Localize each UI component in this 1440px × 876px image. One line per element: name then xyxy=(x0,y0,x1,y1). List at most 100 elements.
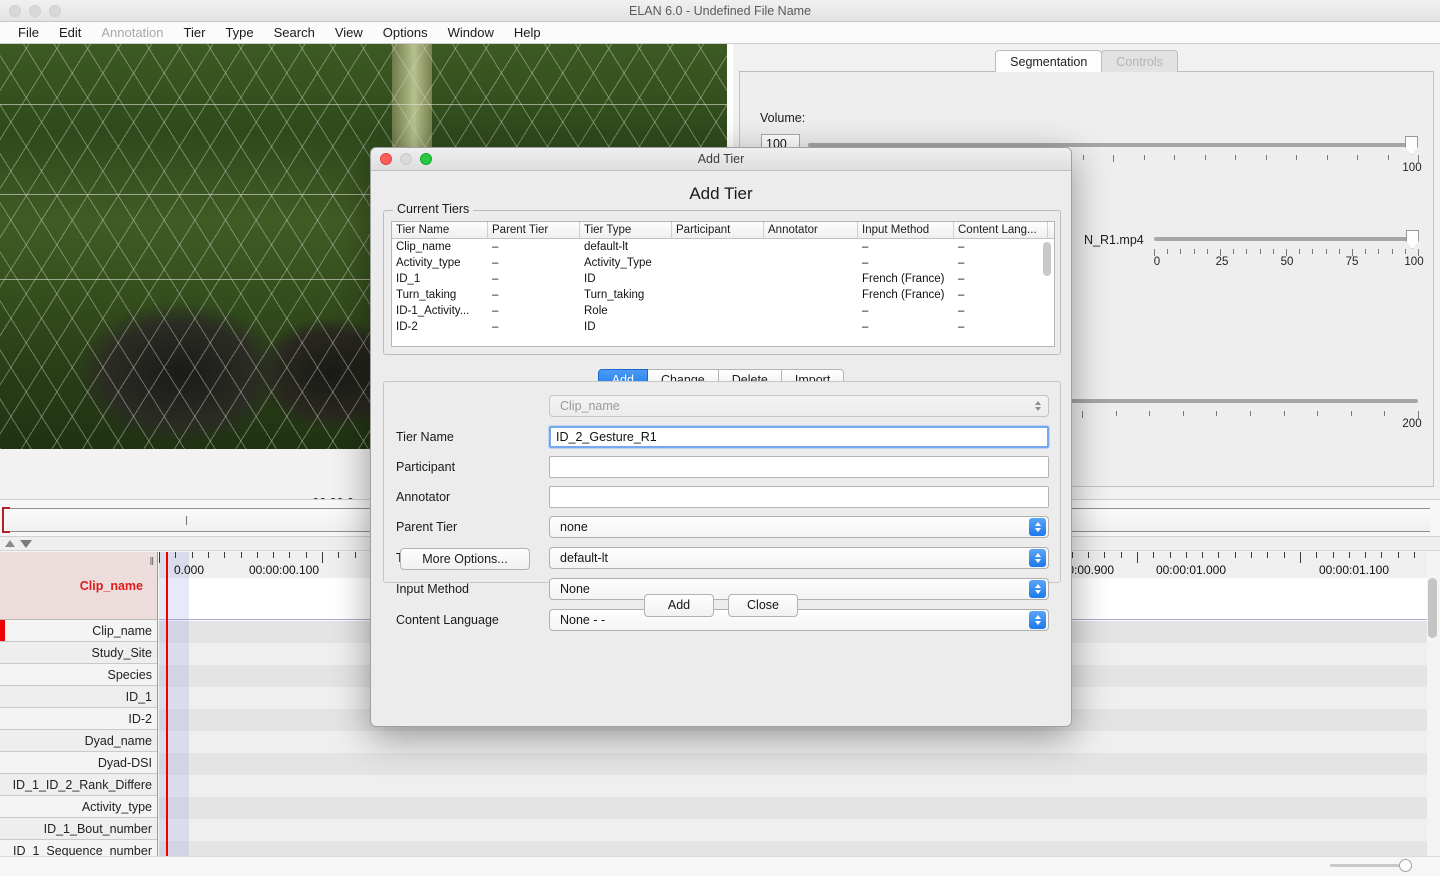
menu-window[interactable]: Window xyxy=(438,22,504,44)
col-tier-name[interactable]: Tier Name xyxy=(392,222,488,238)
menu-file[interactable]: File xyxy=(8,22,49,44)
tier-lane[interactable] xyxy=(159,731,1427,753)
panel-tabstrip: Segmentation Controls xyxy=(733,50,1440,72)
cell-participant xyxy=(672,255,764,271)
scrollbar-thumb[interactable] xyxy=(1043,242,1051,276)
cell-participant xyxy=(672,303,764,319)
tier-row-id-1[interactable]: ID_1 xyxy=(0,686,157,708)
tier-lane[interactable] xyxy=(159,819,1427,841)
participant-input[interactable] xyxy=(549,456,1049,478)
menu-search[interactable]: Search xyxy=(264,22,325,44)
slider-tick xyxy=(1207,249,1208,254)
chevron-updown-icon[interactable] xyxy=(1029,549,1046,567)
add-tier-dialog[interactable]: Add Tier Add Tier Current Tiers Tier Nam… xyxy=(370,147,1072,727)
more-options-button[interactable]: More Options... xyxy=(400,548,530,570)
tier-row-id-2[interactable]: ID-2 xyxy=(0,708,157,730)
col-tier-type[interactable]: Tier Type xyxy=(580,222,672,238)
tab-controls[interactable]: Controls xyxy=(1101,50,1178,72)
media-position-slider[interactable]: 0 25 50 75 100 xyxy=(1153,228,1424,274)
annotator-row: Annotator xyxy=(384,486,1062,508)
parent-tier-combo[interactable]: none xyxy=(549,516,1049,538)
col-input-method[interactable]: Input Method xyxy=(858,222,954,238)
active-tier-header[interactable]: ‖ Clip_name xyxy=(0,552,157,620)
menu-help[interactable]: Help xyxy=(504,22,551,44)
cell-participant xyxy=(672,271,764,287)
table-row[interactable]: Clip_name – default-lt – – xyxy=(392,239,1054,255)
table-row[interactable]: ID_1 – ID French (France) – xyxy=(392,271,1054,287)
cell-annotator xyxy=(764,319,858,335)
volume-slider-thumb[interactable] xyxy=(1405,136,1418,155)
tier-row-dyad-name[interactable]: Dyad_name xyxy=(0,730,157,752)
tier-type-combo[interactable]: default-lt xyxy=(549,547,1049,569)
scrollbar-thumb[interactable] xyxy=(1428,578,1437,638)
menu-type[interactable]: Type xyxy=(215,22,263,44)
zoom-slider-thumb[interactable] xyxy=(1399,859,1412,872)
tier-selector-value: Clip_name xyxy=(560,399,620,413)
tier-row-species[interactable]: Species xyxy=(0,664,157,686)
table-row[interactable]: ID-1_Activity... – Role – – xyxy=(392,303,1054,319)
slider-tick xyxy=(1174,155,1175,160)
parent-tier-row: Parent Tier none xyxy=(384,516,1062,538)
ruler-tick xyxy=(1202,552,1203,558)
tier-name-label: Tier Name xyxy=(396,430,454,444)
col-parent-tier[interactable]: Parent Tier xyxy=(488,222,580,238)
ruler-label-1: 00:00:00.100 xyxy=(248,563,320,577)
tier-row-clip-name[interactable]: Clip_name xyxy=(0,620,157,642)
close-button[interactable]: Close xyxy=(728,594,798,617)
slider-tick xyxy=(1312,249,1313,254)
menu-view[interactable]: View xyxy=(325,22,373,44)
table-row[interactable]: Turn_taking – Turn_taking French (France… xyxy=(392,287,1054,303)
ruler-crosshair xyxy=(166,552,168,578)
dialog-window-title: Add Tier xyxy=(697,152,745,166)
scroll-down-icon[interactable] xyxy=(20,539,32,548)
slider-tick xyxy=(1357,155,1358,160)
tier-name-input[interactable]: ID_2_Gesture_R1 xyxy=(549,426,1049,448)
tab-segmentation[interactable]: Segmentation xyxy=(995,50,1103,72)
cell-tier-type: ID xyxy=(584,273,596,285)
density-marker xyxy=(186,516,187,525)
ruler-tick xyxy=(1300,552,1301,563)
cell-annotator xyxy=(764,271,858,287)
media-slider-thumb[interactable] xyxy=(1406,230,1419,249)
scroll-up-icon[interactable] xyxy=(5,540,15,547)
tier-row-activity-type[interactable]: Activity_type xyxy=(0,796,157,818)
menu-options[interactable]: Options xyxy=(373,22,438,44)
add-button[interactable]: Add xyxy=(644,594,714,617)
tier-lane[interactable] xyxy=(159,775,1427,797)
table-row[interactable]: ID-2 – ID – – xyxy=(392,319,1054,335)
tier-lane[interactable] xyxy=(159,797,1427,819)
ruler-tick xyxy=(1121,552,1122,558)
ruler-tick xyxy=(241,552,242,558)
tier-selected-indicator xyxy=(0,620,5,641)
slider-tick xyxy=(1388,155,1389,160)
media-tick-0: 0 xyxy=(1153,256,1161,268)
slider-tick xyxy=(1082,411,1083,418)
tier-label: Species xyxy=(107,667,152,682)
current-tiers-label: Current Tiers xyxy=(393,202,474,216)
tier-lane[interactable] xyxy=(159,753,1427,775)
col-participant[interactable]: Participant xyxy=(672,222,764,238)
menu-edit[interactable]: Edit xyxy=(49,22,91,44)
cell-participant xyxy=(672,319,764,335)
slider-tick xyxy=(1144,155,1145,160)
resize-handle-icon[interactable]: ‖ xyxy=(149,556,154,568)
cell-content-language: – xyxy=(958,257,965,269)
annotator-input[interactable] xyxy=(549,486,1049,508)
ruler-tick xyxy=(224,552,225,558)
col-content-language[interactable]: Content Lang... xyxy=(954,222,1048,238)
tier-row-bout-number[interactable]: ID_1_Bout_number xyxy=(0,818,157,840)
ruler-tick xyxy=(1316,552,1317,558)
window-titlebar: ELAN 6.0 - Undefined File Name xyxy=(0,0,1440,22)
col-annotator[interactable]: Annotator xyxy=(764,222,858,238)
tier-row-study-site[interactable]: Study_Site xyxy=(0,642,157,664)
timeline-vertical-scrollbar[interactable] xyxy=(1427,578,1438,858)
tier-row-dyad-dsi[interactable]: Dyad-DSI xyxy=(0,752,157,774)
current-tiers-table[interactable]: Tier Name Parent Tier Tier Type Particip… xyxy=(391,221,1055,347)
zoom-slider[interactable] xyxy=(1330,859,1412,872)
menu-tier[interactable]: Tier xyxy=(174,22,216,44)
chevron-updown-icon[interactable] xyxy=(1029,518,1046,536)
table-scrollbar[interactable] xyxy=(1042,240,1053,346)
timeline-crosshair[interactable] xyxy=(166,578,168,858)
table-row[interactable]: Activity_type – Activity_Type – – xyxy=(392,255,1054,271)
tier-row-rank-difference[interactable]: ID_1_ID_2_Rank_Differe xyxy=(0,774,157,796)
